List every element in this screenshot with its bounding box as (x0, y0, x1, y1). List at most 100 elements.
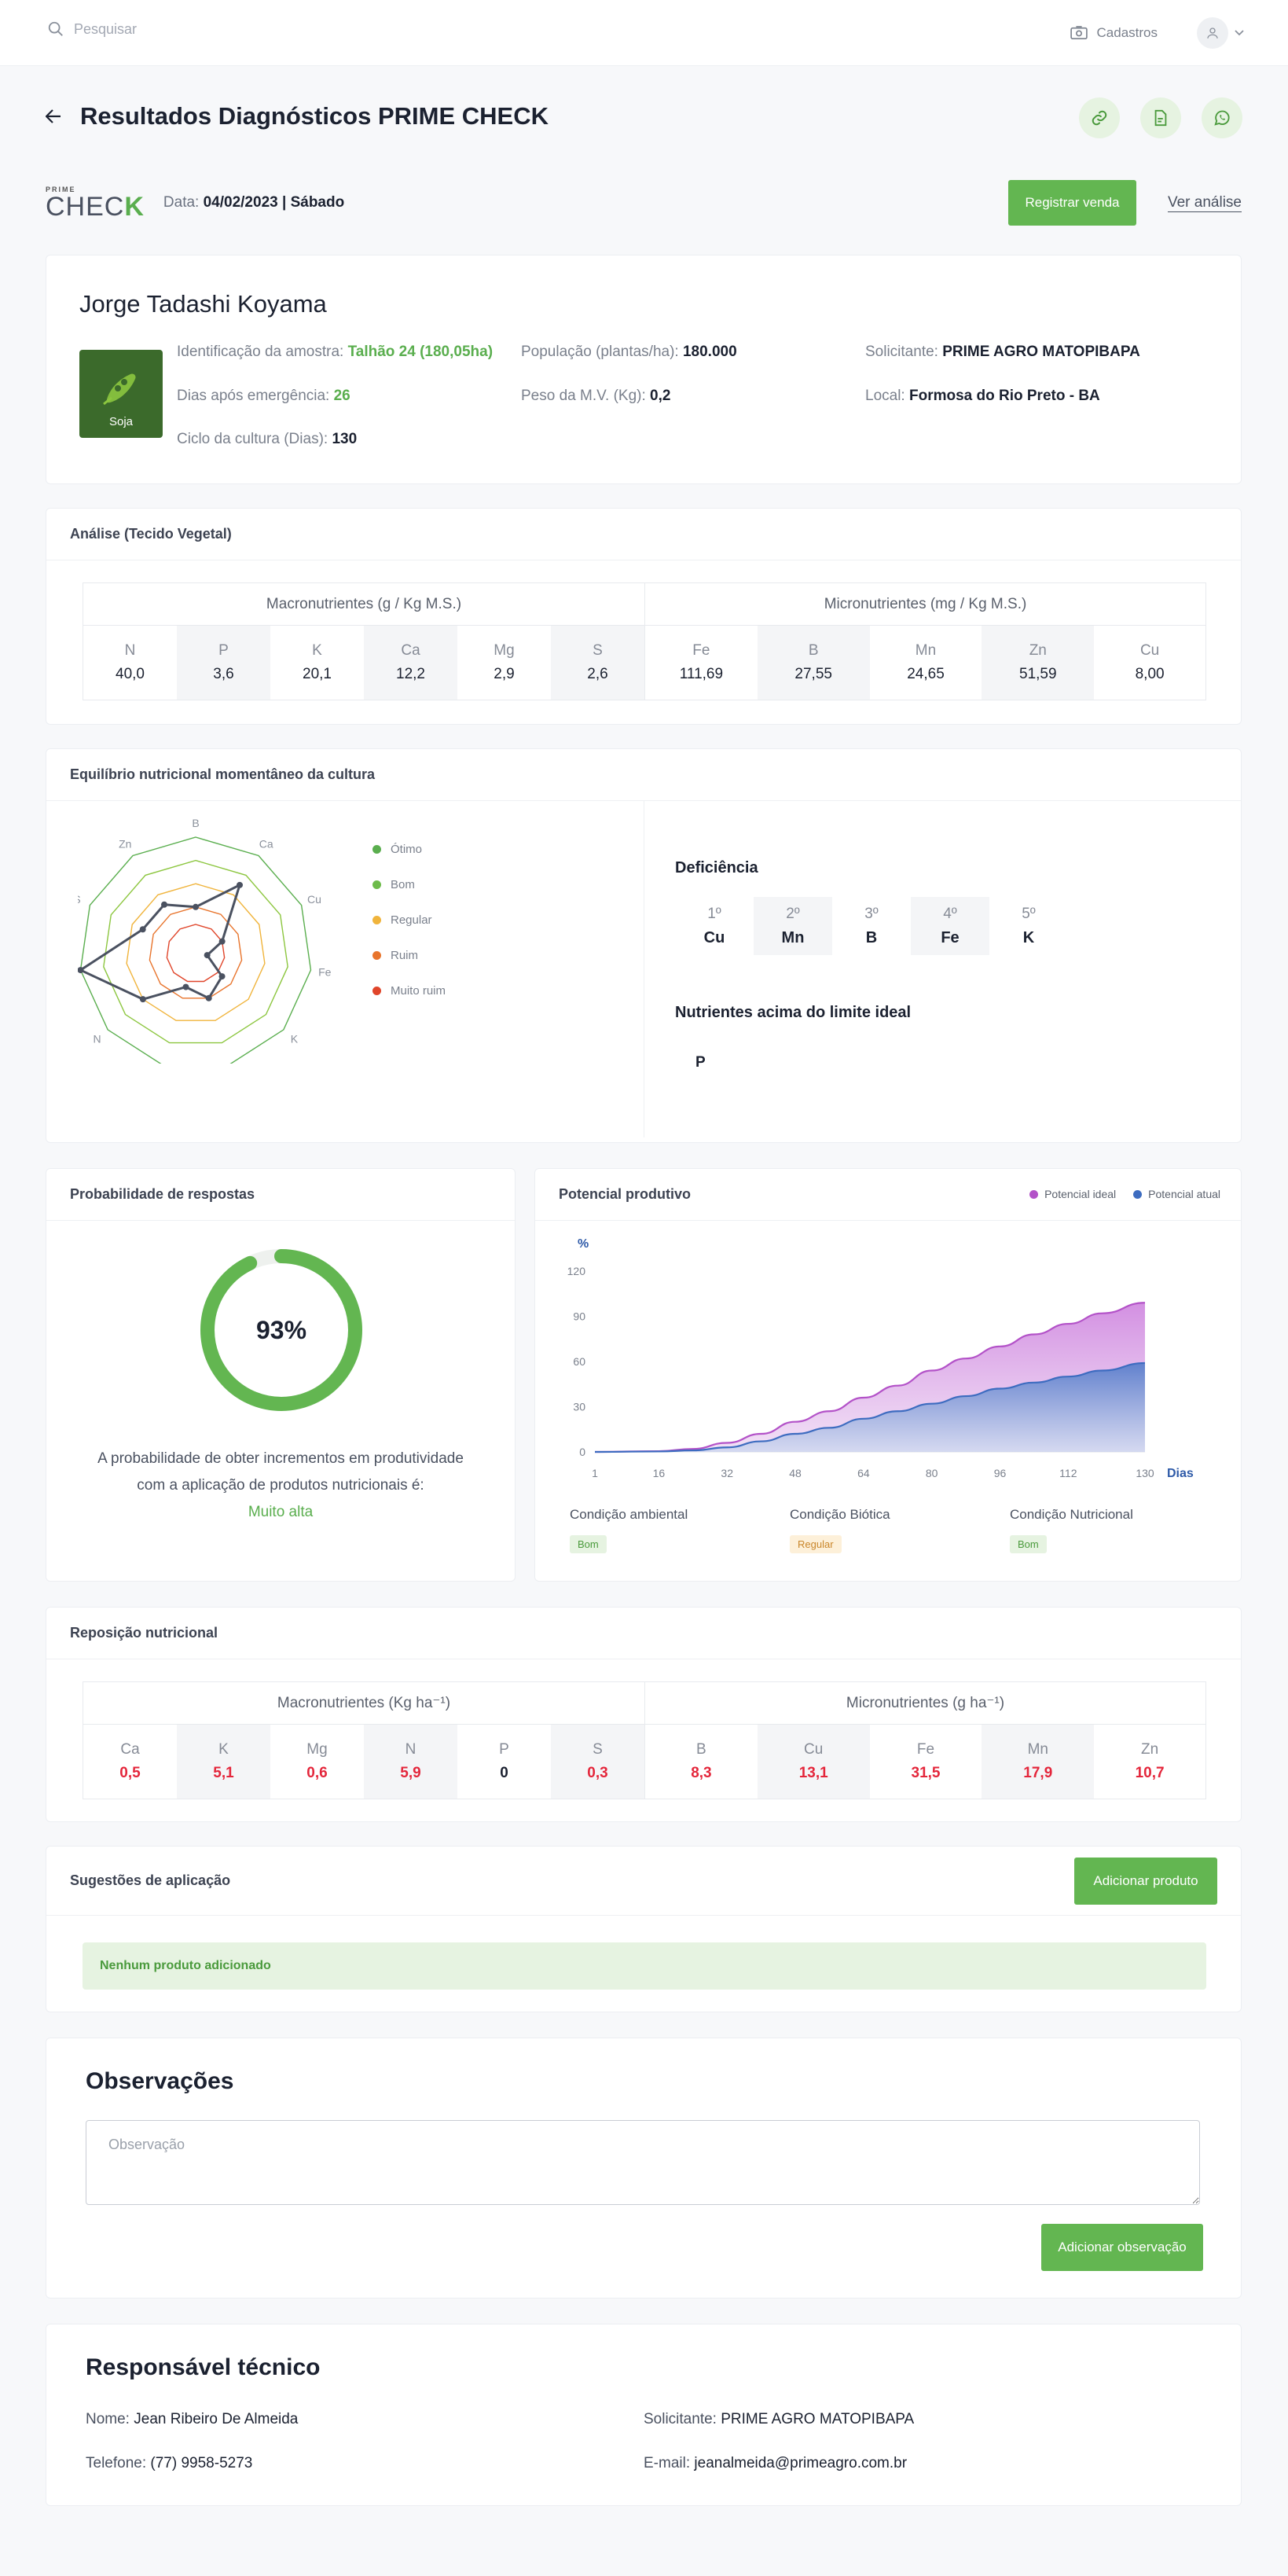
equilibrium-title: Equilíbrio nutricional momentâneo da cul… (46, 749, 1241, 801)
x-tick-label: 1 (592, 1467, 598, 1479)
nutrient-label: P (499, 1741, 509, 1758)
y-tick-label: 30 (573, 1401, 585, 1413)
nutrient-label: Fe (916, 1741, 935, 1758)
location-info: Local: Formosa do Rio Preto - BA (865, 388, 1100, 405)
legend-dot (1029, 1189, 1039, 1199)
radar-axis-label: Zn (119, 837, 131, 850)
requester-label: Solicitante: (644, 2411, 717, 2427)
nutrient-value: 0,3 (587, 1765, 608, 1781)
cadastros-link[interactable]: Cadastros (1070, 25, 1158, 41)
population-value: 180.000 (682, 344, 737, 360)
probability-card: Probabilidade de respostas 93% A probabi… (46, 1168, 516, 1582)
nutrient-cell: Cu 13,1 (757, 1725, 870, 1799)
nutrient-label: Zn (1029, 642, 1047, 659)
x-axis-label: Dias (1167, 1467, 1194, 1480)
nutrient-value: 2,6 (587, 666, 608, 682)
export-pdf-button[interactable] (1140, 97, 1181, 138)
legend-item: Regular (372, 913, 446, 927)
empty-products-notice: Nenhum produto adicionado (83, 1942, 1206, 1990)
nutrient-cell: Ca 12,2 (364, 626, 457, 700)
nutrient-cell: P 3,6 (177, 626, 270, 700)
logo-main-part: CHEC (46, 191, 125, 222)
x-tick-label: 48 (789, 1467, 802, 1479)
add-product-button[interactable]: Adicionar produto (1074, 1858, 1217, 1905)
deficiency-item: 3º B (832, 897, 911, 955)
observation-textarea[interactable] (86, 2120, 1200, 2205)
radar-point (205, 994, 212, 1001)
back-arrow-icon[interactable] (46, 109, 61, 123)
rank-nutrient: B (865, 928, 878, 946)
nutrient-label: P (218, 642, 229, 659)
nutrient-label: Zn (1140, 1741, 1159, 1758)
reposition-title: Reposição nutricional (46, 1608, 1241, 1659)
crop-badge: Soja (79, 350, 163, 438)
view-analysis-link[interactable]: Ver análise (1168, 194, 1242, 211)
nutrient-value: 0 (500, 1765, 508, 1781)
sample-info: Identificação da amostra: Talhão 24 (180… (177, 344, 493, 361)
nutrient-cell: Fe 111,69 (645, 626, 758, 700)
radar-ring (166, 924, 226, 983)
deficiency-item: 1º Cu (675, 897, 754, 955)
legend-dot (372, 987, 381, 995)
condition-item: Condição Nutricional Bom (1010, 1507, 1230, 1553)
register-sale-button[interactable]: Registrar venda (1007, 180, 1136, 226)
location-label: Local: (865, 388, 905, 404)
copy-link-button[interactable] (1079, 97, 1120, 138)
search-placeholder[interactable]: Pesquisar (74, 21, 137, 38)
technician-phone: Telefone: (77) 9958-5273 (86, 2455, 252, 2472)
deficiency-item: 2º Mn (754, 897, 832, 955)
rank-position: 4º (943, 905, 957, 922)
avatar[interactable] (1197, 17, 1228, 49)
search-bar[interactable]: Pesquisar (47, 20, 137, 38)
id-card-icon (1070, 26, 1088, 40)
radar-point (218, 973, 226, 980)
cadastros-label: Cadastros (1096, 25, 1158, 40)
nutrient-value: 20,1 (303, 666, 332, 682)
above-limit-title: Nutrientes acima do limite ideal (675, 1004, 912, 1021)
radar-point (182, 983, 189, 990)
suggestions-title: Sugestões de aplicação (46, 1847, 1241, 1916)
observations-title: Observações (86, 2068, 234, 2094)
nutrient-cell: Ca 0,5 (83, 1725, 177, 1799)
name-label: Nome: (86, 2411, 130, 2427)
nutrient-label: B (808, 642, 819, 659)
nutrient-cell: N 5,9 (364, 1725, 457, 1799)
condition-label: Condição Biótica (790, 1507, 890, 1522)
requester-label: Solicitante: (865, 344, 938, 360)
date-value: 04/02/2023 | Sábado (203, 194, 345, 211)
add-observation-button[interactable]: Adicionar observação (1041, 2224, 1203, 2271)
rank-nutrient: Mn (781, 928, 805, 946)
nutrient-value: 13,1 (798, 1765, 828, 1781)
legend-ideal-label: Potencial ideal (1044, 1188, 1117, 1200)
macro-header: Macronutrientes (g / Kg M.S.) (83, 583, 644, 626)
radar-legend: Ótimo Bom Regular Ruim Muito ruim (372, 843, 446, 998)
potential-card: Potencial produtivo Potencial ideal Pote… (534, 1168, 1242, 1582)
technician-card: Responsável técnico Nome: Jean Ribeiro D… (46, 2324, 1242, 2506)
nutrient-value: 0,5 (119, 1765, 141, 1781)
nutrient-value: 0,6 (306, 1765, 328, 1781)
location-value: Formosa do Rio Preto - BA (908, 388, 1100, 404)
nutrient-cell: P0 (457, 1725, 551, 1799)
x-tick-label: 16 (653, 1467, 666, 1479)
name-value: Jean Ribeiro De Almeida (134, 2411, 299, 2427)
legend-dot (372, 880, 381, 889)
nutrient-value: 31,5 (911, 1765, 941, 1781)
population-info: População (plantas/ha): 180.000 (521, 344, 737, 361)
user-menu[interactable] (1197, 17, 1244, 49)
nutrient-cell: Mn 17,9 (982, 1725, 1095, 1799)
legend-dot (372, 951, 381, 960)
nutrient-value: 111,69 (679, 666, 724, 682)
nutrient-label: Mg (306, 1741, 328, 1758)
nutrient-label: Mn (1027, 1741, 1048, 1758)
rank-position: 2º (786, 905, 800, 922)
radar-axis-label: Fe (318, 966, 332, 979)
above-limit-nutrient: P (695, 1054, 706, 1071)
whatsapp-icon (1214, 110, 1230, 126)
nutrient-label: Fe (692, 642, 710, 659)
condition-badge: Bom (570, 1535, 607, 1553)
legend-label: Regular (391, 913, 432, 927)
whatsapp-share-button[interactable] (1202, 97, 1242, 138)
legend-dot (1133, 1189, 1143, 1199)
days-value: 26 (333, 388, 350, 404)
prime-check-logo: PRIME CHECK (46, 186, 145, 220)
